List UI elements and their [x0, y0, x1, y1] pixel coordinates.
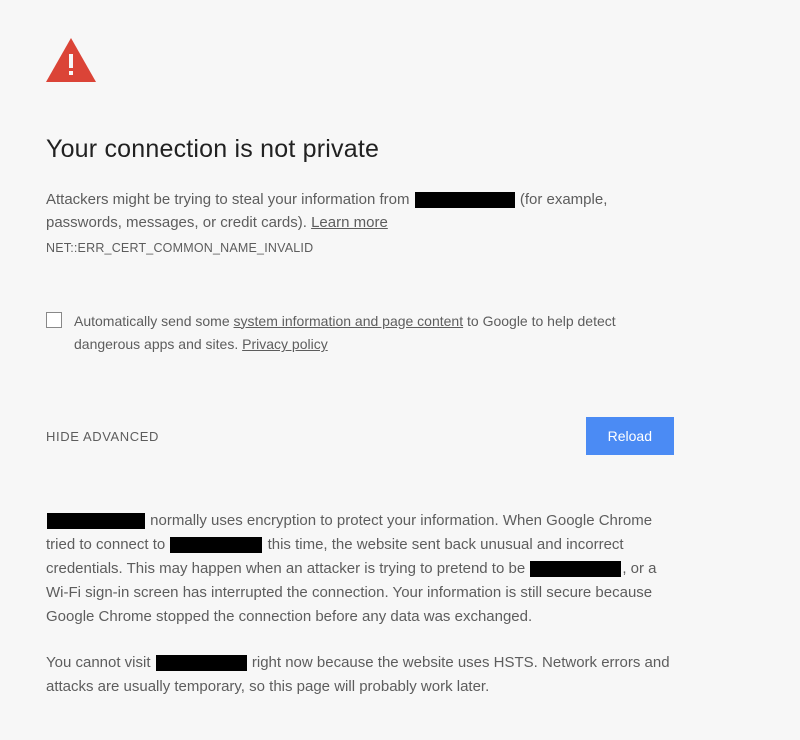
- redacted-hostname: [47, 513, 145, 529]
- adv2-t1: You cannot visit: [46, 654, 151, 671]
- desc-part1: Attackers might be trying to steal your …: [46, 191, 409, 208]
- reload-button[interactable]: Reload: [586, 417, 674, 455]
- redacted-hostname: [530, 561, 621, 577]
- learn-more-link[interactable]: Learn more: [311, 214, 388, 231]
- actions-row: HIDE ADVANCED Reload: [46, 417, 674, 455]
- page-heading: Your connection is not private: [46, 135, 674, 164]
- warning-icon-container: [46, 38, 674, 87]
- advanced-paragraph-1: normally uses encryption to protect your…: [46, 509, 674, 629]
- warning-triangle-icon: [46, 38, 96, 82]
- ssl-error-page: Your connection is not private Attackers…: [0, 0, 720, 740]
- reporting-checkbox-row: Automatically send some system informati…: [46, 310, 674, 358]
- advanced-section: normally uses encryption to protect your…: [46, 509, 674, 699]
- redacted-hostname: [415, 192, 515, 208]
- error-code: NET::ERR_CERT_COMMON_NAME_INVALID: [46, 241, 674, 255]
- advanced-paragraph-2: You cannot visit right now because the w…: [46, 651, 674, 699]
- system-info-link[interactable]: system information and page content: [234, 313, 464, 329]
- chk-t1: Automatically send some: [74, 313, 234, 329]
- redacted-hostname: [170, 537, 262, 553]
- redacted-hostname: [156, 655, 247, 671]
- reporting-checkbox-label: Automatically send some system informati…: [74, 310, 674, 358]
- reporting-checkbox[interactable]: [46, 312, 62, 328]
- description-text: Attackers might be trying to steal your …: [46, 188, 674, 235]
- privacy-policy-link[interactable]: Privacy policy: [242, 336, 328, 352]
- hide-advanced-button[interactable]: HIDE ADVANCED: [46, 429, 159, 444]
